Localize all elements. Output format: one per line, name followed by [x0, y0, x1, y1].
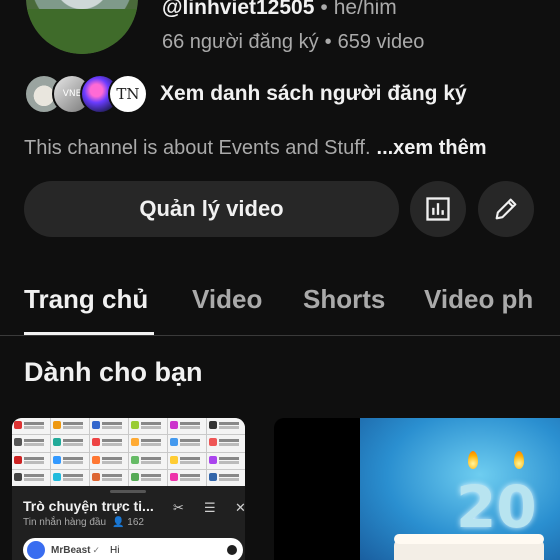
grid-cell: [51, 418, 89, 435]
channel-description[interactable]: This channel is about Events and Stuff..…: [24, 137, 487, 160]
grid-cell: [207, 435, 245, 452]
view-subscribers-link[interactable]: Xem danh sách người đăng ký: [160, 82, 467, 106]
subscriber-avatar: TN: [108, 74, 148, 114]
grid-cell: [129, 452, 167, 469]
channel-handle-row: @linhviet12505 • he/him: [162, 0, 397, 20]
tab-home[interactable]: Trang chủ: [24, 284, 148, 315]
birthday-video-thumbnail[interactable]: 20: [274, 418, 560, 560]
live-chat-subtitle: Tin nhắn hàng đầu 👤 162: [23, 517, 144, 528]
channel-tabs: Trang chủ Video Shorts Video ph: [0, 270, 560, 336]
live-chat-video-thumbnail[interactable]: Trò chuyện trực ti... Tin nhắn hàng đầu 👤…: [12, 418, 245, 560]
live-chat-panel: Trò chuyện trực ti... Tin nhắn hàng đầu 👤…: [12, 486, 245, 560]
message-text: Hi: [110, 544, 120, 556]
top-messages-label: Tin nhắn hàng đầu: [23, 517, 107, 528]
channel-avatar[interactable]: [26, 0, 138, 54]
description-text: This channel is about Events and Stuff.: [24, 137, 371, 159]
close-icon: ✕: [235, 500, 245, 515]
viewer-count: 👤 162: [112, 517, 144, 528]
grid-cell: [51, 435, 89, 452]
viewer-count-value: 162: [127, 517, 144, 528]
live-chat-title: Trò chuyện trực ti...: [23, 498, 154, 514]
pencil-icon: [495, 198, 517, 220]
video-count: 659 video: [337, 31, 425, 53]
candle-flame: [514, 451, 524, 469]
grid-cell: [12, 469, 50, 486]
tab-shorts[interactable]: Shorts: [303, 284, 385, 315]
analytics-button[interactable]: [410, 181, 466, 237]
subscriber-avatar-text: VNE: [62, 89, 82, 99]
leaderboard-grid: [12, 418, 245, 486]
channel-stats: 66 người đăng ký • 659 video: [162, 31, 424, 54]
message-options-icon: [227, 545, 237, 555]
manage-videos-button[interactable]: Quản lý video: [24, 181, 399, 237]
chat-message: MrBeast ✓ Hi: [23, 538, 243, 560]
grid-cell: [12, 452, 50, 469]
cake: [394, 534, 544, 560]
bar-chart-icon: [426, 197, 450, 221]
active-tab-indicator: [24, 332, 154, 335]
grid-cell: [207, 418, 245, 435]
grid-cell: [129, 418, 167, 435]
birthday-number-candle: 20: [456, 473, 537, 541]
grid-cell: [168, 418, 206, 435]
grid-cell: [168, 452, 206, 469]
tab-videos[interactable]: Video: [192, 284, 262, 315]
grid-cell: [129, 435, 167, 452]
subscribers-row[interactable]: VNE TN Xem danh sách người đăng ký: [24, 74, 467, 114]
grid-cell: [90, 418, 128, 435]
subscriber-avatar-text: TN: [116, 85, 140, 103]
grid-cell: [207, 469, 245, 486]
grid-cell: [90, 435, 128, 452]
channel-pronouns: he/him: [333, 0, 397, 19]
scissors-icon: ✂: [173, 500, 184, 515]
candle-flame: [468, 451, 478, 469]
tab-live[interactable]: Video ph: [424, 284, 533, 315]
grid-cell: [129, 469, 167, 486]
grid-cell: [51, 469, 89, 486]
grid-cell: [90, 452, 128, 469]
drag-handle: [110, 490, 146, 493]
grid-cell: [168, 435, 206, 452]
section-title: Dành cho bạn: [24, 357, 203, 387]
verified-check-icon: ✓: [92, 544, 101, 555]
grid-cell: [51, 452, 89, 469]
channel-handle: @linhviet12505: [162, 0, 315, 19]
grid-cell: [12, 435, 50, 452]
grid-cell: [168, 469, 206, 486]
subscriber-count: 66 người đăng ký: [162, 31, 319, 53]
separator-dot: •: [324, 31, 332, 53]
separator-dot: •: [320, 0, 328, 19]
message-author: MrBeast: [51, 544, 91, 556]
avatar: [27, 541, 45, 559]
grid-cell: [207, 452, 245, 469]
grid-cell: [90, 469, 128, 486]
settings-sliders-icon: ☰: [204, 500, 216, 515]
grid-cell: [12, 418, 50, 435]
see-more-link[interactable]: ...xem thêm: [377, 137, 487, 159]
edit-channel-button[interactable]: [478, 181, 534, 237]
